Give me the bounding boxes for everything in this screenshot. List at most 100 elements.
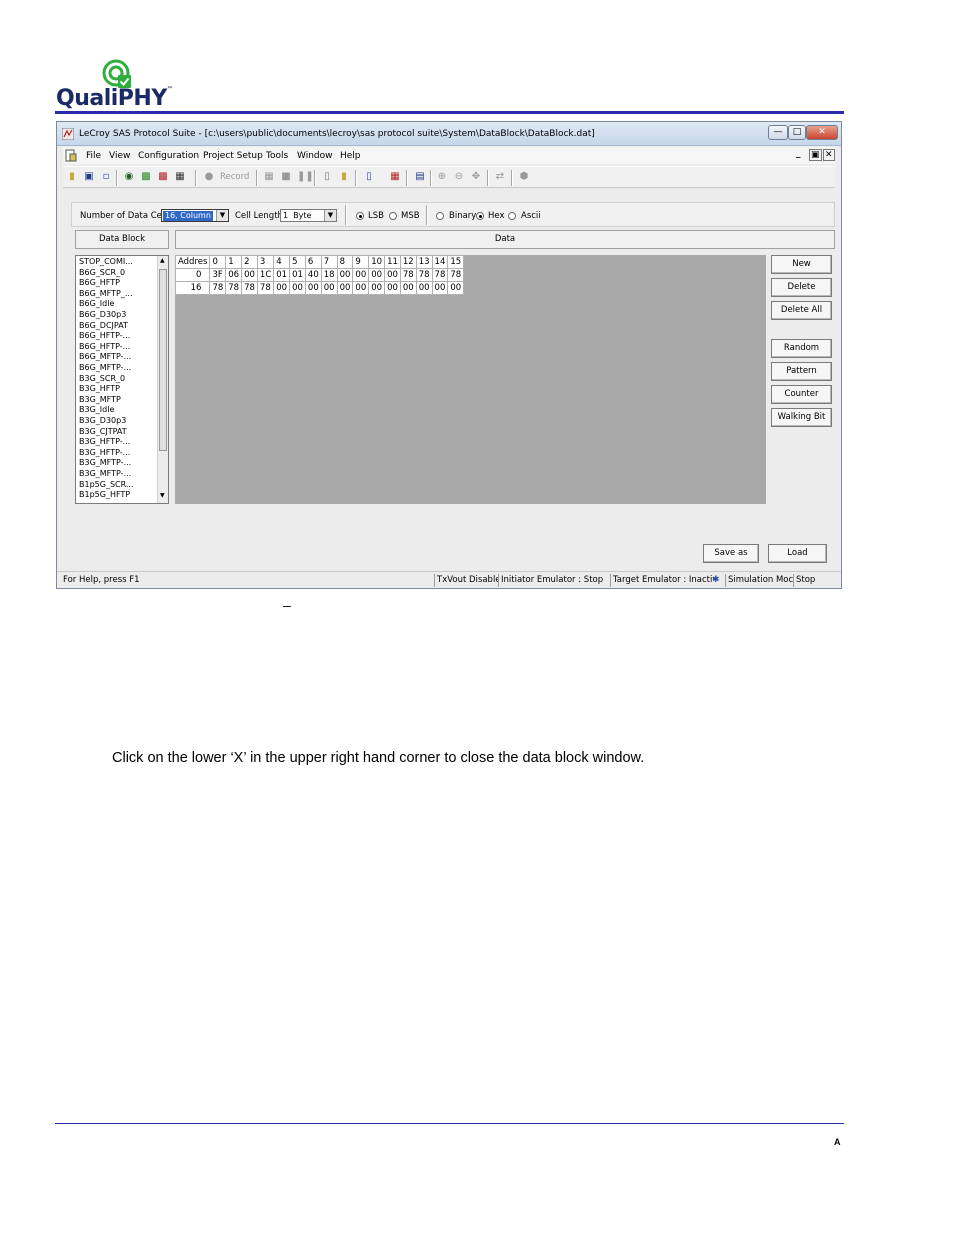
- list-item[interactable]: B1p5G_HFTP: [79, 490, 130, 501]
- cell-length-select[interactable]: 1 Byte ▼: [280, 209, 337, 222]
- list-item[interactable]: STOP_COMI...: [79, 257, 133, 268]
- load-button[interactable]: Load: [768, 544, 827, 563]
- list-item[interactable]: B3G_HFTP: [79, 384, 120, 395]
- menu-window[interactable]: Window: [297, 151, 333, 161]
- menu-file[interactable]: File: [86, 151, 101, 161]
- menu-tools[interactable]: Tools: [266, 151, 288, 161]
- data-cell[interactable]: 00: [352, 268, 370, 282]
- mdi-close-button[interactable]: ✕: [823, 149, 835, 161]
- menu-help[interactable]: Help: [340, 151, 361, 161]
- globe-icon[interactable]: ◉: [123, 171, 135, 183]
- data-grid[interactable]: Addres 0 1 2 3 4 5 6 7 8 9 10 11 12 13 14 15 0 3F 06 00 1C 01 0…: [174, 255, 465, 295]
- data-cell[interactable]: 00: [336, 268, 354, 282]
- data-cell[interactable]: 78: [415, 268, 433, 282]
- data-cell[interactable]: 00: [399, 281, 417, 295]
- menu-view[interactable]: View: [109, 151, 130, 161]
- binary-radio[interactable]: [436, 212, 444, 220]
- data-cell[interactable]: 00: [241, 268, 258, 282]
- open-file-icon[interactable]: ▮: [338, 171, 350, 183]
- bar-chart-icon[interactable]: ▩: [140, 171, 152, 183]
- list-item[interactable]: B3G_HFTP-...: [79, 437, 130, 448]
- delete-button[interactable]: Delete: [771, 278, 832, 297]
- scroll-thumb[interactable]: [159, 269, 167, 451]
- data-cell[interactable]: 00: [384, 268, 401, 282]
- save-as-button[interactable]: Save as: [703, 544, 759, 563]
- list-item[interactable]: B6G_HFTP: [79, 278, 120, 289]
- open-folder-icon[interactable]: ▮: [66, 171, 78, 183]
- list-item[interactable]: B6G_MFTP-...: [79, 363, 131, 374]
- traffic-icon[interactable]: ▦: [389, 171, 401, 183]
- data-cell[interactable]: 00: [352, 281, 370, 295]
- zoom-in-icon[interactable]: ⊕: [436, 171, 448, 183]
- data-cell[interactable]: 78: [209, 281, 227, 295]
- datablock-icon[interactable]: ▤: [414, 171, 426, 183]
- list-item[interactable]: B3G_MFTP: [79, 395, 121, 406]
- list-item[interactable]: B3G_SCR_0: [79, 374, 125, 385]
- analyzer-icon[interactable]: ▦: [174, 171, 186, 183]
- datablock-header[interactable]: Data Block: [75, 230, 169, 249]
- hex-radio[interactable]: [476, 212, 484, 220]
- list-item[interactable]: B3G_CJTPAT: [79, 427, 127, 438]
- data-cell[interactable]: 3F: [209, 268, 227, 282]
- new-button[interactable]: New: [771, 255, 832, 274]
- move-icon[interactable]: ✥: [470, 171, 482, 183]
- stop-sign-icon[interactable]: ⬢: [518, 171, 530, 183]
- counter-button[interactable]: Counter: [771, 385, 832, 404]
- data-cell[interactable]: 78: [256, 281, 275, 295]
- data-cell[interactable]: 1C: [256, 268, 275, 282]
- data-cell[interactable]: 00: [431, 281, 449, 295]
- print-preview-icon[interactable]: ▫: [100, 171, 112, 183]
- data-cell[interactable]: 78: [225, 281, 243, 295]
- datablock-list[interactable]: STOP_COMI... B6G_SCR_0 B6G_HFTP B6G_MFTP_..…: [75, 255, 169, 504]
- list-item[interactable]: B1p5G_SCR...: [79, 480, 134, 491]
- zoom-out-icon[interactable]: ⊖: [453, 171, 465, 183]
- data-cell[interactable]: 00: [304, 281, 322, 295]
- minimize-button[interactable]: —: [768, 125, 788, 140]
- data-cell[interactable]: 78: [431, 268, 449, 282]
- wrap-icon[interactable]: ⇄: [494, 171, 506, 183]
- pause-icon[interactable]: ❚❚: [297, 171, 314, 183]
- mdi-minimize-button[interactable]: _: [796, 149, 801, 159]
- list-item[interactable]: B6G_DCJPAT: [79, 321, 128, 332]
- data-cell[interactable]: 00: [336, 281, 354, 295]
- data-header[interactable]: Data: [175, 230, 835, 249]
- list-item[interactable]: B6G_MFTP_...: [79, 289, 132, 300]
- save-icon[interactable]: ▣: [83, 171, 95, 183]
- data-cell[interactable]: 78: [241, 281, 258, 295]
- data-cell[interactable]: 00: [273, 281, 291, 295]
- export-icon[interactable]: ▯: [321, 171, 333, 183]
- data-cell[interactable]: 01: [289, 268, 306, 282]
- list-item[interactable]: B6G_D30p3: [79, 310, 126, 321]
- close-button[interactable]: ✕: [806, 125, 838, 140]
- menu-configuration[interactable]: Configuration: [138, 151, 199, 161]
- num-cells-select[interactable]: 16, Column ▼: [161, 209, 229, 222]
- maximize-button[interactable]: □: [788, 125, 806, 140]
- stop-icon[interactable]: ■: [280, 171, 292, 183]
- menu-project-setup[interactable]: Project Setup: [203, 151, 263, 161]
- data-cell[interactable]: 00: [368, 281, 386, 295]
- data-cell[interactable]: 00: [447, 281, 465, 295]
- delete-all-button[interactable]: Delete All: [771, 301, 832, 320]
- data-cell[interactable]: 40: [304, 268, 322, 282]
- list-item[interactable]: B3G_MFTP-...: [79, 458, 131, 469]
- walking-bit-button[interactable]: Walking Bit: [771, 408, 832, 427]
- list-item[interactable]: B3G_D30p3: [79, 416, 126, 427]
- list-item[interactable]: B6G_SCR_0: [79, 268, 125, 279]
- list-item[interactable]: B6G_Idle: [79, 299, 114, 310]
- generator-icon[interactable]: ▩: [157, 171, 169, 183]
- data-cell[interactable]: 18: [320, 268, 338, 282]
- mdi-restore-button[interactable]: ▣: [809, 149, 822, 161]
- list-item[interactable]: B3G_Idle: [79, 405, 114, 416]
- scroll-up-icon[interactable]: ▲: [160, 257, 165, 264]
- list-item[interactable]: B6G_MFTP-...: [79, 352, 131, 363]
- data-cell[interactable]: 00: [320, 281, 338, 295]
- data-cell[interactable]: 06: [225, 268, 243, 282]
- data-cell[interactable]: 00: [289, 281, 306, 295]
- data-cell[interactable]: 00: [384, 281, 401, 295]
- split-view-icon[interactable]: ▯: [363, 171, 375, 183]
- random-button[interactable]: Random: [771, 339, 832, 358]
- ascii-radio[interactable]: [508, 212, 516, 220]
- data-cell[interactable]: 00: [415, 281, 433, 295]
- data-cell[interactable]: 78: [399, 268, 417, 282]
- record-icon[interactable]: ●: [203, 171, 215, 183]
